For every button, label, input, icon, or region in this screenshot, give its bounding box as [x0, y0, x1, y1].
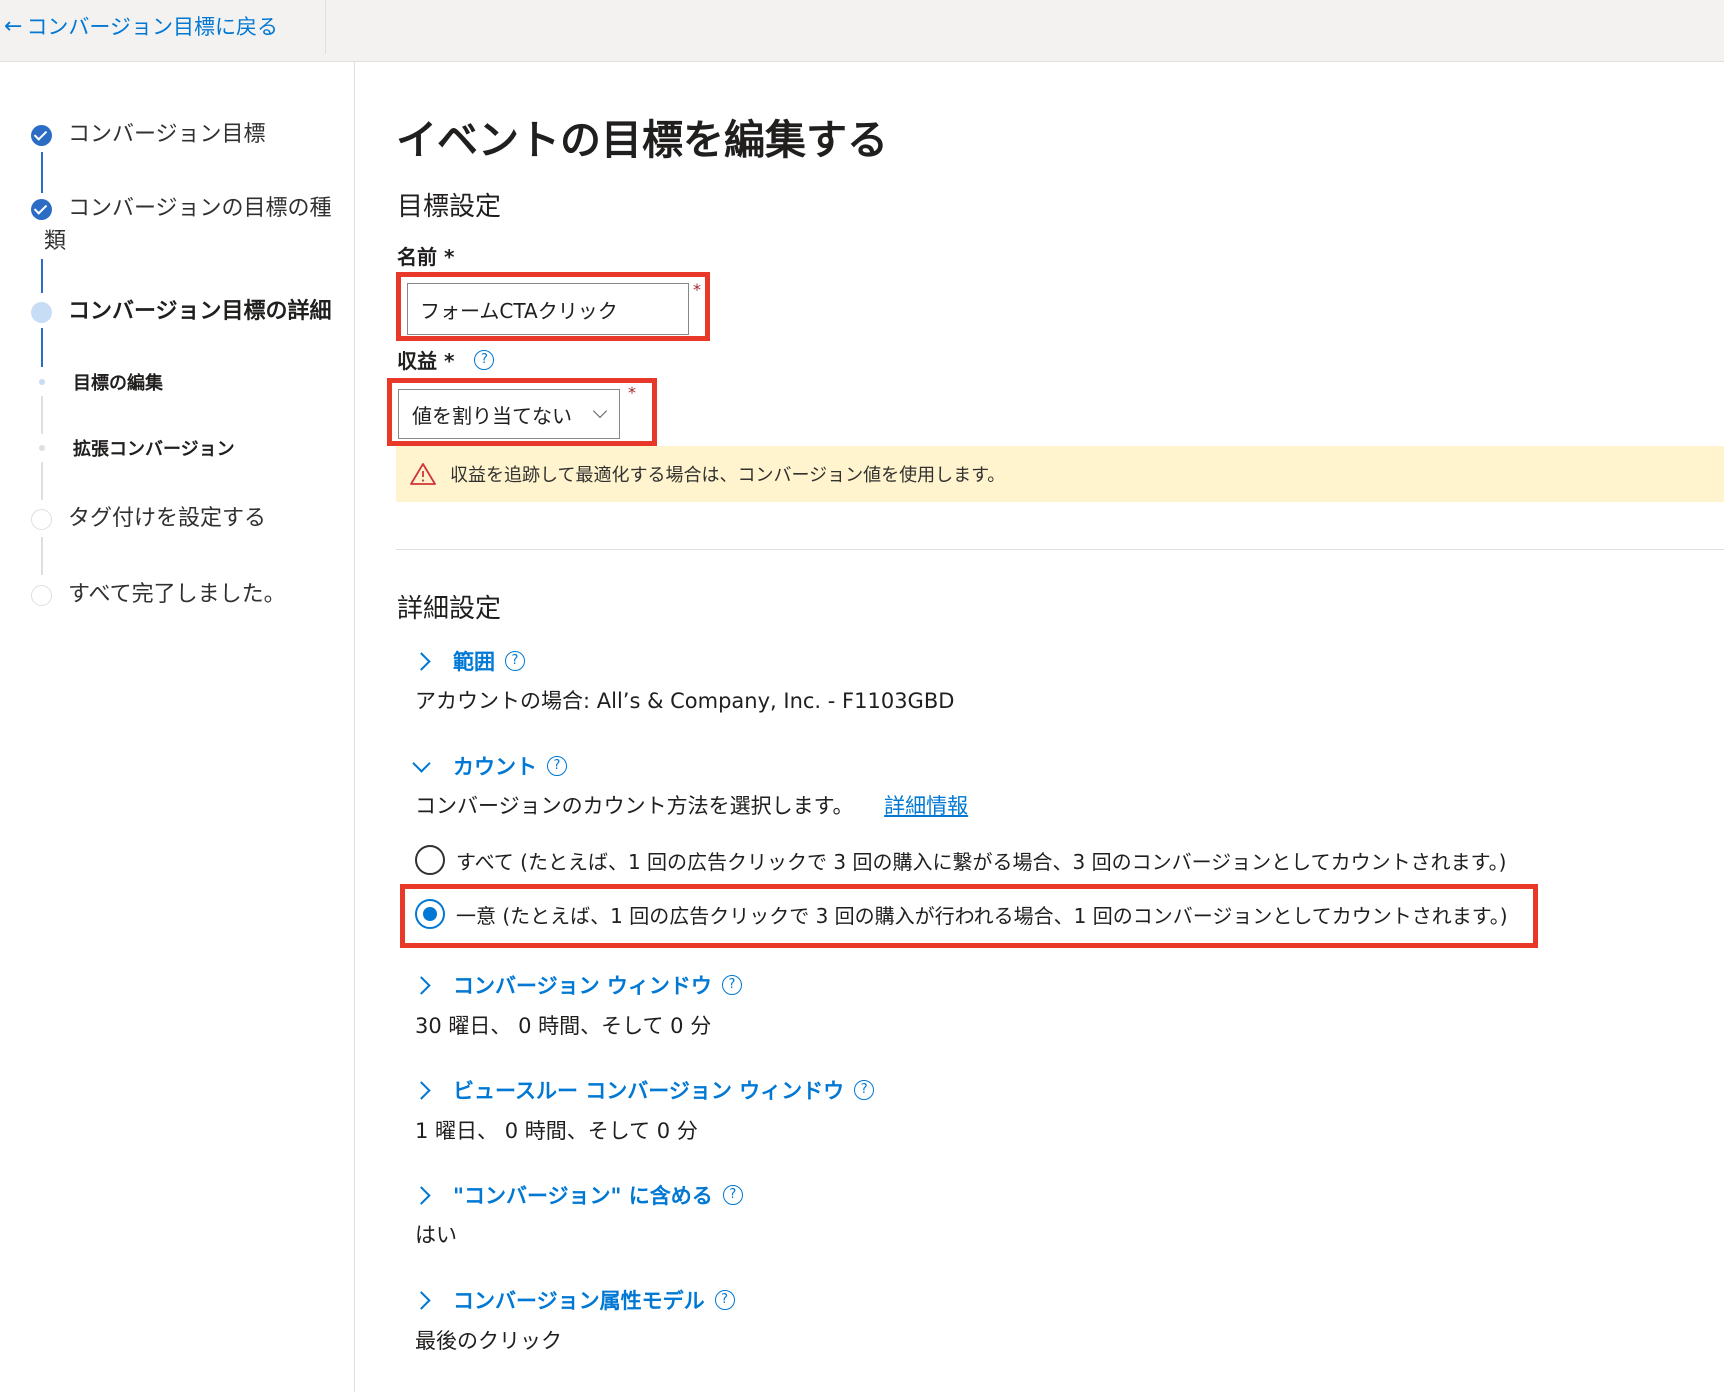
- attribution-model-help-icon[interactable]: ?: [714, 1290, 735, 1310]
- revenue-warning-banner: 収益を追跡して最適化する場合は、コンバージョン値を使用します。: [396, 446, 1724, 502]
- step-connector: [41, 462, 43, 500]
- page-title: イベントの目標を編集する: [396, 116, 888, 164]
- revenue-dropdown-value: 値を割り当てない: [412, 403, 572, 428]
- count-option-unique-label: 一意 (たとえば、1 回の広告クリックで 3 回の購入が行われる場合、1 回のコ…: [456, 903, 1508, 928]
- chevron-right-icon: [412, 1185, 431, 1205]
- warning-text: 収益を追跡して最適化する場合は、コンバージョン値を使用します。: [450, 465, 1006, 486]
- back-to-conversion-goals-link[interactable]: ← コンバージョン目標に戻る: [4, 11, 278, 41]
- include-in-conversions-label: "コンバージョン" に含める: [453, 1184, 713, 1208]
- attribution-model-label: コンバージョン属性モデル: [453, 1289, 705, 1313]
- count-help-icon[interactable]: ?: [547, 756, 567, 776]
- step-connector: [41, 537, 43, 575]
- view-through-window-help-icon[interactable]: ?: [854, 1080, 875, 1100]
- advanced-settings-heading: 詳細設定: [397, 594, 502, 624]
- revenue-help-icon[interactable]: ?: [474, 349, 495, 370]
- include-in-conversions-value: はい: [415, 1223, 457, 1247]
- chevron-right-icon: [412, 1080, 431, 1100]
- step-conversion-goal[interactable]: コンバージョン目標: [68, 119, 266, 151]
- count-option-all[interactable]: すべて (たとえば、1 回の広告クリックで 3 回の購入に繋がる場合、3 回のコ…: [415, 845, 1506, 875]
- step-current-icon: [31, 302, 52, 323]
- scope-help-icon[interactable]: ?: [505, 651, 525, 671]
- learn-more-link[interactable]: 詳細情報: [884, 794, 968, 818]
- step-done-check-icon: [31, 199, 52, 220]
- chevron-right-icon: [412, 651, 431, 671]
- back-link-label: コンバージョン目標に戻る: [26, 15, 279, 39]
- arrow-left-icon: ←: [4, 13, 23, 39]
- count-option-unique[interactable]: 一意 (たとえば、1 回の広告クリックで 3 回の購入が行われる場合、1 回のコ…: [415, 899, 1508, 929]
- revenue-dropdown[interactable]: 値を割り当てない: [398, 389, 620, 439]
- count-description: コンバージョンのカウント方法を選択します。: [415, 794, 854, 818]
- name-highlight-box: *: [396, 272, 710, 341]
- conversion-window-help-icon[interactable]: ?: [721, 975, 742, 995]
- step-todo-icon: [31, 509, 52, 530]
- scope-expander[interactable]: 範囲 ?: [412, 646, 525, 676]
- radio-unique[interactable]: [415, 899, 445, 929]
- view-through-window-label: ビュースルー コンバージョン ウィンドウ: [453, 1079, 845, 1103]
- scope-label: 範囲: [453, 650, 495, 674]
- name-label: 名前 *: [397, 245, 455, 269]
- step-set-up-tagging[interactable]: タグ付けを設定する: [68, 503, 266, 535]
- step-goal-details[interactable]: コンバージョン目標の詳細: [68, 296, 332, 328]
- step-all-done[interactable]: すべて完了しました。: [68, 579, 286, 611]
- view-through-window-expander[interactable]: ビュースルー コンバージョン ウィンドウ ?: [412, 1075, 875, 1105]
- attribution-model-value: 最後のクリック: [415, 1329, 562, 1353]
- chevron-right-icon: [412, 975, 431, 995]
- chevron-down-icon: [592, 403, 608, 419]
- goal-settings-heading: 目標設定: [397, 192, 502, 222]
- required-marker: *: [628, 383, 636, 402]
- step-connector: [41, 396, 43, 434]
- substep-dot: [39, 445, 45, 451]
- conversion-window-value: 30 曜日、 0 時間、そして 0 分: [415, 1014, 712, 1038]
- substep-active-dot: [39, 379, 45, 385]
- required-marker: *: [693, 280, 701, 299]
- chevron-down-icon: [412, 753, 431, 773]
- view-through-window-value: 1 曜日、 0 時間、そして 0 分: [415, 1119, 698, 1143]
- step-connector: [41, 152, 43, 193]
- substep-edit-goal[interactable]: 目標の編集: [73, 369, 163, 395]
- revenue-label: 収益 *: [397, 349, 455, 373]
- count-label: カウント: [453, 755, 537, 779]
- step-goal-type-label-line2: 類: [44, 229, 67, 254]
- step-todo-icon: [31, 585, 52, 606]
- chevron-right-icon: [412, 1290, 431, 1310]
- name-input[interactable]: [407, 283, 689, 335]
- step-goal-type-label: コンバージョンの目標の種: [68, 196, 332, 221]
- step-done-check-icon: [31, 125, 52, 146]
- topbar-divider: [325, 0, 326, 54]
- count-expander[interactable]: カウント ?: [412, 751, 567, 781]
- include-in-conversions-expander[interactable]: "コンバージョン" に含める ?: [412, 1180, 743, 1210]
- substep-enhanced-conversions[interactable]: 拡張コンバージョン: [73, 435, 235, 461]
- step-connector: [41, 259, 43, 293]
- wizard-stepper: コンバージョン目標 コンバージョンの目標の種 類 コンバージョン目標の詳細 目標…: [0, 62, 355, 1392]
- step-connector: [41, 328, 43, 367]
- include-in-conversions-help-icon[interactable]: ?: [722, 1185, 743, 1205]
- section-divider: [396, 549, 1724, 550]
- scope-value: アカウントの場合: All’s & Company, Inc. - F1103G…: [415, 689, 955, 713]
- conversion-window-label: コンバージョン ウィンドウ: [453, 974, 712, 998]
- radio-all[interactable]: [415, 845, 445, 875]
- step-goal-type[interactable]: コンバージョンの目標の種: [68, 193, 332, 225]
- top-bar: ← コンバージョン目標に戻る: [0, 0, 1724, 62]
- attribution-model-expander[interactable]: コンバージョン属性モデル ?: [412, 1285, 735, 1315]
- revenue-highlight-box: 値を割り当てない *: [387, 378, 657, 446]
- count-option-all-label: すべて (たとえば、1 回の広告クリックで 3 回の購入に繋がる場合、3 回のコ…: [456, 849, 1507, 874]
- conversion-window-expander[interactable]: コンバージョン ウィンドウ ?: [412, 970, 742, 1000]
- revenue-label-row: 収益 * ?: [397, 345, 495, 374]
- count-description-row: コンバージョンのカウント方法を選択します。 詳細情報: [415, 790, 968, 820]
- warning-icon: [410, 463, 436, 485]
